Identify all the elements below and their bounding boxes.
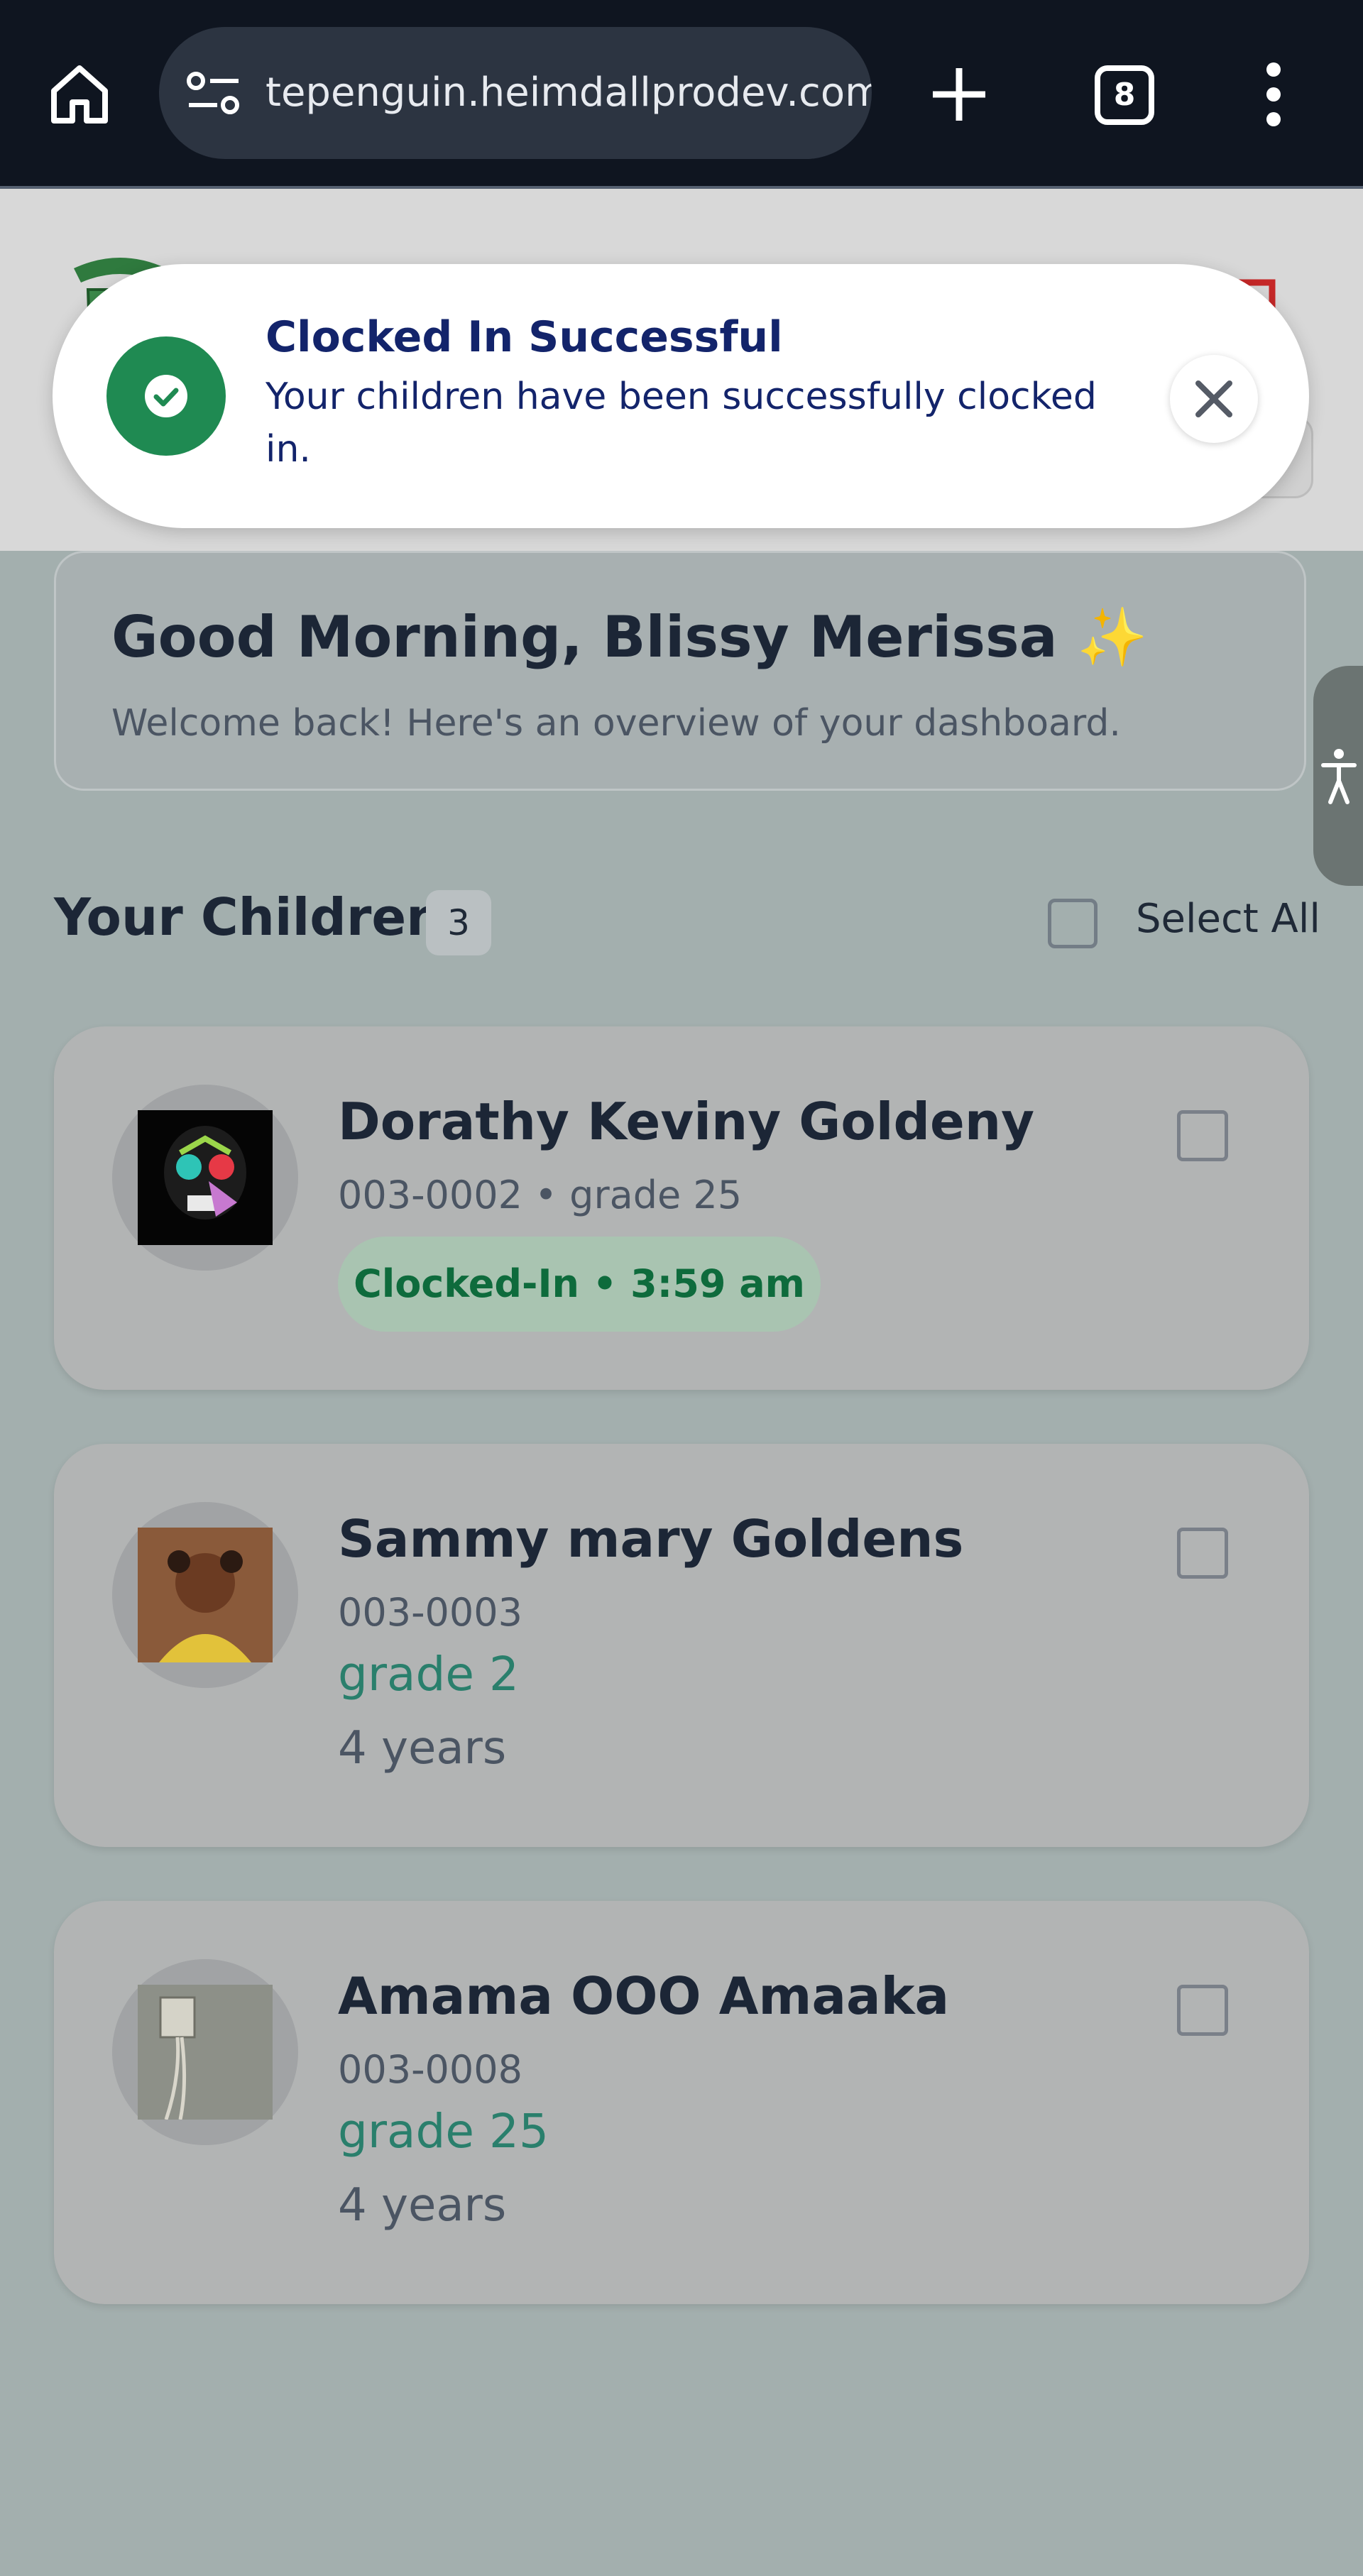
child-card[interactable]: Dorathy Keviny Goldeny 003-0002 • grade … [54,1026,1309,1390]
child-grade: grade 25 [338,2104,549,2159]
more-menu-icon[interactable] [1265,62,1282,126]
select-all-label[interactable]: Select All [1136,896,1320,942]
child-avatar [112,1959,298,2145]
success-toast: Clocked In Successful Your children have… [53,264,1309,528]
url-text[interactable]: tepenguin.heimdallprodev.com [266,27,872,159]
new-tab-icon[interactable] [930,65,988,124]
child-name: Sammy mary Goldens [338,1509,964,1569]
home-icon[interactable] [47,61,112,126]
children-section-title: Your Children [54,887,443,947]
select-all-checkbox[interactable] [1048,899,1097,948]
child-card[interactable]: Amama OOO Amaaka 003-0008 grade 25 4 yea… [54,1901,1309,2304]
close-icon[interactable] [1170,355,1258,443]
avatar-image [138,1528,273,1662]
avatar-image [138,1985,273,2120]
child-name: Dorathy Keviny Goldeny [338,1092,1035,1151]
accessibility-button[interactable] [1313,666,1363,886]
toast-message: Your children have been successfully clo… [266,376,1097,471]
clock-status-badge: Clocked-In • 3:59 am [338,1237,821,1332]
child-select-checkbox[interactable] [1177,1985,1228,2036]
child-meta: 003-0008 [338,2047,522,2092]
site-settings-icon[interactable] [186,68,241,118]
toast-close-button[interactable] [1170,355,1258,443]
tabs-icon[interactable]: 8 [1095,65,1154,125]
avatar-image [138,1110,273,1245]
child-avatar [112,1502,298,1688]
child-age: 4 years [338,1722,507,1775]
child-meta: 003-0002 • grade 25 [338,1173,743,1217]
address-bar[interactable]: tepenguin.heimdallprodev.com [159,27,872,159]
accessibility-icon [1321,749,1357,804]
child-meta: 003-0003 [338,1590,522,1635]
browser-toolbar: tepenguin.heimdallprodev.com 8 [0,0,1363,186]
greeting-subtitle: Welcome back! Here's an overview of your… [111,702,1121,745]
greeting-card: Good Morning, Blissy Merissa ✨ Welcome b… [54,551,1306,791]
child-select-checkbox[interactable] [1177,1110,1228,1161]
children-count-badge: 3 [426,890,491,955]
child-card[interactable]: Sammy mary Goldens 003-0003 grade 2 4 ye… [54,1444,1309,1847]
child-select-checkbox[interactable] [1177,1528,1228,1579]
child-grade: grade 2 [338,1647,519,1701]
child-age: 4 years [338,2179,507,2232]
child-avatar [112,1085,298,1271]
check-circle-icon [106,336,226,456]
toast-title: Clocked In Successful [266,312,783,362]
child-name: Amama OOO Amaaka [338,1966,950,2026]
greeting-title: Good Morning, Blissy Merissa ✨ [111,604,1149,670]
